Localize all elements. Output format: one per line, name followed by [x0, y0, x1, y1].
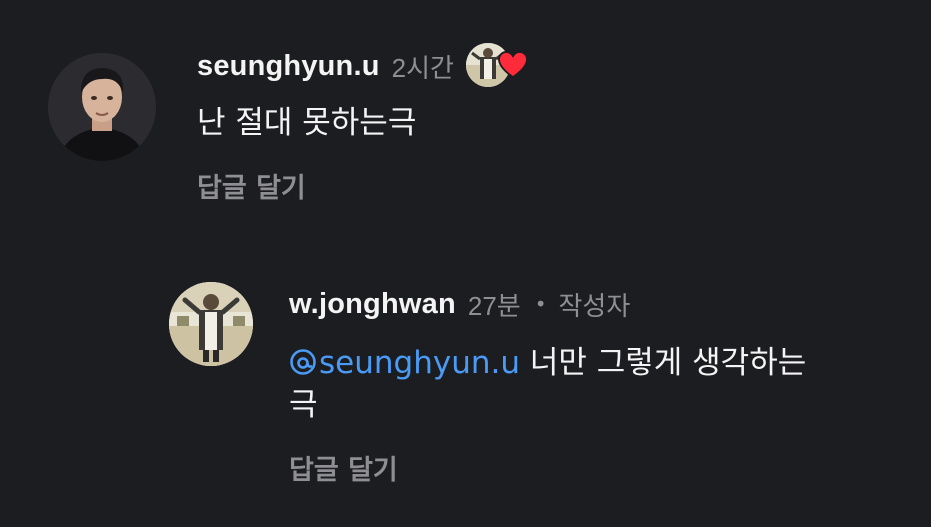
username[interactable]: w.jonghwan	[289, 288, 456, 321]
avatar[interactable]	[169, 282, 253, 366]
separator-dot: •	[534, 292, 547, 316]
reply-button[interactable]: 답글 달기	[289, 448, 398, 487]
comment-text: seunghyun.u 너만 그렇게 생각하는 극	[289, 342, 809, 426]
username[interactable]: seunghyun.u	[197, 50, 380, 83]
comment-text: 난 절대 못하는극	[197, 105, 417, 141]
heart-icon	[498, 51, 528, 79]
mention-username[interactable]: seunghyun.u	[319, 345, 520, 381]
threads-at-icon	[290, 349, 316, 375]
avatar-image	[169, 282, 253, 366]
avatar[interactable]	[48, 53, 156, 161]
author-tag: 작성자	[558, 291, 631, 322]
avatar-image	[48, 53, 156, 161]
liked-by-author-badge	[465, 43, 528, 89]
mention-link[interactable]: seunghyun.u	[289, 345, 520, 381]
timestamp: 27분	[467, 290, 521, 321]
reply-button[interactable]: 답글 달기	[197, 166, 306, 205]
timestamp: 2시간	[391, 52, 454, 83]
